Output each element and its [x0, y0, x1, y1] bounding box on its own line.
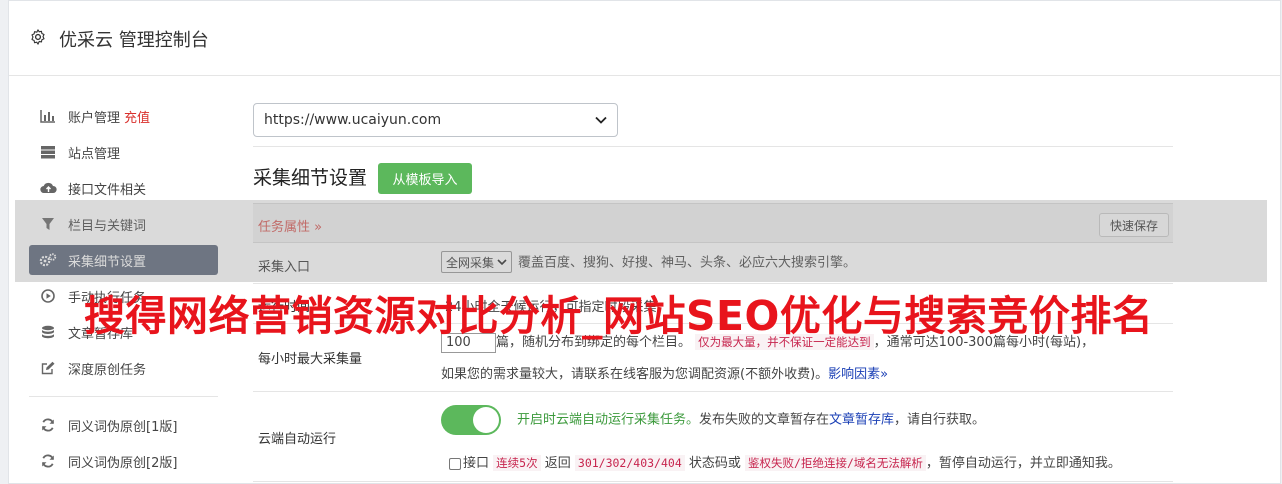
consecutive-code: 连续5次: [493, 455, 541, 471]
return-text: 返回: [544, 456, 571, 471]
sidebar-item-synonym-v2[interactable]: 同义词伪原创[2版]: [29, 446, 218, 476]
recharge-link[interactable]: 充值: [124, 107, 150, 126]
collect-entry-select[interactable]: 全网采集: [441, 251, 513, 273]
max-hourly-contact-text: 如果您的需求量较大，请联系在线客服为您调配资源(不额外收费)。: [441, 367, 829, 382]
sidebar-item-label: 接口文件相关: [68, 182, 147, 198]
sidebar-item-interface-files[interactable]: 接口文件相关: [29, 173, 218, 203]
collect-entry-desc: 覆盖百度、搜狗、好搜、神马、头条、必应六大搜索引擎。: [518, 255, 857, 271]
page-title: 优采云 管理控制台: [59, 30, 209, 51]
status-code-text: 状态码或: [688, 456, 741, 471]
cloud-auto-row: 云端自动运行 开启时云端自动运行采集任务。发布失败的文章暂存在文章暂存库，请自行…: [253, 392, 1173, 482]
cogs-icon: [39, 252, 57, 268]
edit-icon: [39, 360, 57, 376]
filter-icon: [39, 216, 57, 232]
sidebar-item-label: 同义词伪原创[1版]: [68, 419, 178, 435]
divider: [253, 146, 1173, 147]
chevron-down-icon: [595, 116, 607, 124]
cloud-upload-icon: [39, 180, 57, 196]
sidebar-item-label: 栏目与关键词: [68, 218, 147, 234]
site-select[interactable]: https://www.ucaiyun.com: [253, 103, 618, 137]
cloud-auto-label: 云端自动运行: [258, 432, 337, 447]
site-select-value: https://www.ucaiyun.com: [264, 112, 442, 128]
article-storage-link[interactable]: 文章暂存库: [829, 413, 894, 428]
chevron-down-icon: [497, 258, 507, 265]
top-bar: 优采云 管理控制台: [9, 1, 1280, 76]
console-card: 优采云 管理控制台 账户管理 充值 站点管理 接口文件相关 栏目与关键词 采集细…: [8, 0, 1281, 484]
sidebar-item-columns-keywords[interactable]: 栏目与关键词: [29, 209, 218, 239]
play-circle-icon: [39, 288, 57, 304]
bar-chart-icon: [39, 108, 57, 124]
quick-save-button[interactable]: 快速保存: [1098, 213, 1169, 237]
refresh-icon: [39, 417, 57, 433]
max-hourly-line2: 如果您的需求量较大，请联系在线客服为您调配资源(不额外收费)。影响因素»: [441, 363, 888, 382]
pause-notify-text: ，暂停自动运行，并立即通知我。: [925, 456, 1121, 471]
toggle-knob: [473, 407, 499, 433]
task-properties-bar: 任务属性 » 快速保存: [253, 203, 1173, 243]
max-hourly-label: 每小时最大采集量: [258, 352, 363, 367]
sidebar-item-collect-settings[interactable]: 采集细节设置: [29, 245, 218, 275]
collect-entry-content: 全网采集 覆盖百度、搜狗、好搜、神马、头条、必应六大搜索引擎。: [441, 251, 856, 273]
collect-entry-label: 采集入口: [258, 260, 311, 275]
status-codes: 301/302/403/404: [574, 455, 685, 471]
sidebar-divider: [29, 396, 218, 397]
sidebar-item-label: 采集细节设置: [68, 254, 147, 270]
sidebar-item-label: 站点管理: [68, 146, 121, 162]
auth-failure-codes: 鉴权失败/拒绝连接/域名无法解析: [745, 455, 926, 471]
pause-checkbox[interactable]: [449, 457, 461, 470]
sidebar-item-synonym-v1[interactable]: 同义词伪原创[1版]: [29, 410, 218, 440]
watermark-text: 搜得网络营销资源对比分析_网站SEO优化与搜索竞价排名: [84, 292, 1154, 340]
sidebar-item-label: 账户管理: [68, 110, 121, 126]
collect-entry-select-value: 全网采集: [446, 255, 495, 270]
influence-factors-link[interactable]: 影响因素»: [828, 367, 888, 382]
section-title: 采集细节设置: [253, 167, 368, 189]
server-icon: [39, 144, 57, 160]
cloud-auto-toggle[interactable]: [441, 405, 501, 435]
cloud-auto-line2: 接口 连续5次 返回 301/302/403/404 状态码或 鉴权失败/拒绝连…: [449, 452, 1121, 471]
cloud-auto-text2: ，请自行获取。: [894, 412, 986, 428]
refresh-icon: [39, 453, 57, 469]
sidebar-item-account[interactable]: 账户管理 充值: [29, 101, 218, 131]
sidebar-item-sites[interactable]: 站点管理: [29, 137, 218, 167]
sidebar-item-deep-original[interactable]: 深度原创任务: [29, 353, 218, 383]
gear-icon: [31, 29, 45, 45]
cloud-auto-text1: 发布失败的文章暂存在: [699, 412, 830, 428]
sidebar-item-label: 深度原创任务: [68, 362, 147, 378]
cloud-auto-line1: 开启时云端自动运行采集任务。发布失败的文章暂存在文章暂存库，请自行获取。: [441, 405, 985, 435]
task-properties-toggle[interactable]: 任务属性 »: [258, 216, 322, 235]
import-from-template-button[interactable]: 从模板导入: [378, 163, 472, 194]
cloud-auto-green-text: 开启时云端自动运行采集任务。: [517, 412, 700, 428]
database-icon: [39, 324, 57, 340]
pause-checkbox-label: 接口: [463, 456, 490, 471]
collect-entry-row: 采集入口 全网采集 覆盖百度、搜狗、好搜、神马、头条、必应六大搜索引擎。: [253, 244, 1173, 284]
sidebar-item-label: 同义词伪原创[2版]: [68, 455, 178, 471]
